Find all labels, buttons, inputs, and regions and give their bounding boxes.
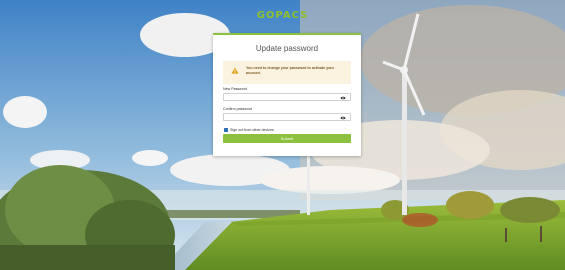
gopacs-logo: GOPACS xyxy=(256,10,309,21)
page-title: Update password xyxy=(255,44,319,53)
alert-message: You need to change your password to acti… xyxy=(246,66,334,75)
eye-icon[interactable] xyxy=(340,96,346,100)
login-page: GOPACS Update password You need to chang… xyxy=(0,0,565,270)
wind-turbine-small xyxy=(307,152,310,215)
password-change-alert: You need to change your password to acti… xyxy=(223,61,351,84)
new-password-label: New Password xyxy=(223,87,247,91)
sign-out-checkbox-label: Sign out from other devices xyxy=(230,128,274,132)
warning-icon xyxy=(231,67,239,74)
submit-button[interactable]: Submit xyxy=(223,134,351,143)
eye-icon[interactable] xyxy=(340,116,346,120)
confirm-password-label: Confirm password xyxy=(223,107,252,111)
update-password-card: Update password You need to change your … xyxy=(213,33,361,156)
confirm-password-field[interactable] xyxy=(223,113,351,121)
sign-out-checkbox[interactable] xyxy=(224,128,228,132)
new-password-field[interactable] xyxy=(223,93,351,101)
